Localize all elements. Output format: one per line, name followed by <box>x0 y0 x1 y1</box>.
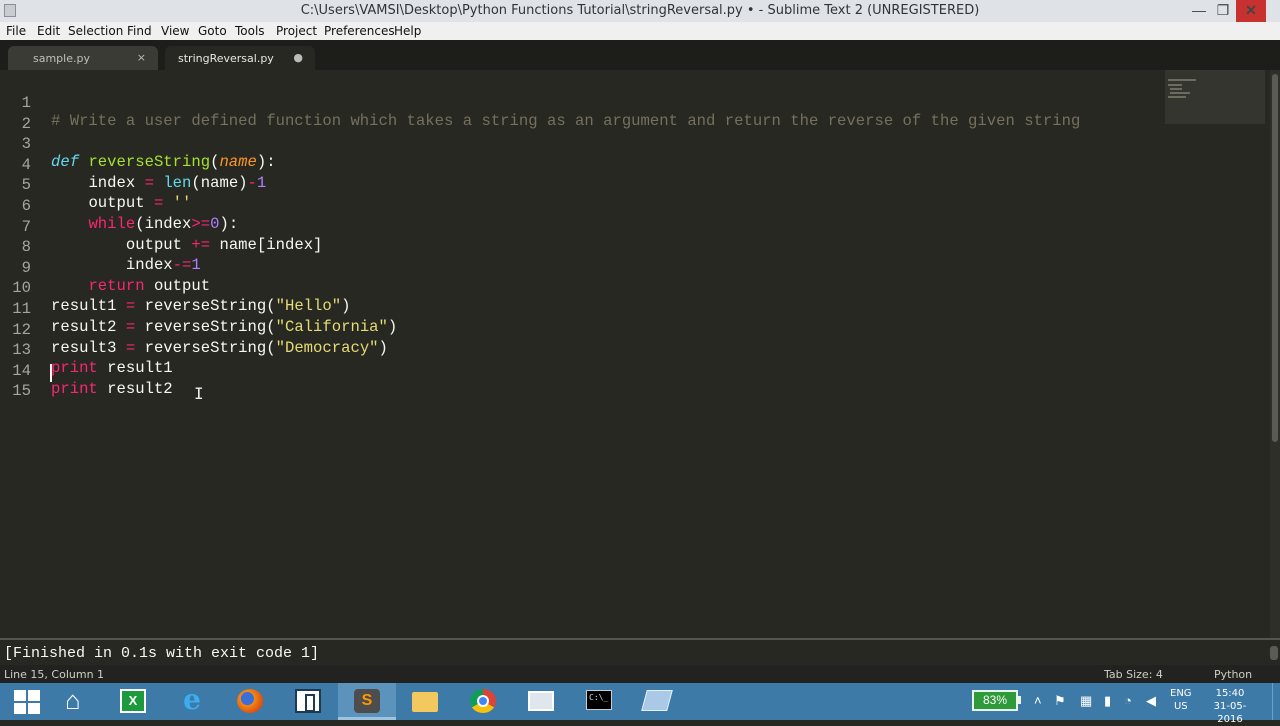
taskbar-excel[interactable]: X <box>104 683 162 720</box>
tab-size-selector[interactable]: Tab Size: 4 <box>1104 668 1163 681</box>
code-line: 8 index-=1 <box>0 220 1160 274</box>
command-prompt-icon: C:\_ <box>586 690 612 710</box>
menu-view[interactable]: View <box>161 24 189 38</box>
line-number: 15 <box>12 382 31 400</box>
chrome-icon <box>470 689 496 713</box>
menu-bar: File Edit Selection Find View Goto Tools… <box>0 22 1280 40</box>
taskbar-explorer[interactable] <box>512 683 570 720</box>
minimap-line <box>1170 92 1190 94</box>
menu-find[interactable]: Find <box>127 24 152 38</box>
flag-icon[interactable]: ⚑ <box>1054 693 1066 709</box>
code-line: 1 # Write a user defined function which … <box>0 76 1160 130</box>
close-button[interactable]: ✕ <box>1236 0 1266 22</box>
code-line: 10 result1 = reverseString("Hello") <box>0 261 1160 315</box>
windows-logo-icon <box>14 690 40 714</box>
taskbar: ⌂ X e S C:\_ 83% ˄ ⚑ ▦ ▮ ◔ ◀ ENG US 15:4… <box>0 683 1280 725</box>
code-line: 5 output = '' <box>0 158 1160 212</box>
system-clock[interactable]: 15:40 31-05-2016 <box>1202 687 1258 726</box>
tab-label: sample.py <box>33 52 90 65</box>
taskbar-firefox[interactable] <box>221 683 279 720</box>
power-icon[interactable]: ▮ <box>1104 693 1111 709</box>
clock-time: 15:40 <box>1215 688 1245 699</box>
output-panel: [Finished in 0.1s with exit code 1] <box>0 638 1280 665</box>
language-code: ENG <box>1170 688 1192 699</box>
notes-icon <box>641 690 673 711</box>
text-cursor <box>50 364 52 382</box>
explorer-window-icon <box>528 691 554 711</box>
clock-date: 31-05-2016 <box>1213 701 1247 725</box>
menu-selection[interactable]: Selection <box>68 24 123 38</box>
code-line: 13 print result1 <box>0 323 1160 377</box>
minimap-line <box>1168 84 1182 86</box>
box-app-icon <box>295 689 321 713</box>
tab-label: stringReversal.py <box>178 52 274 65</box>
code-line: 11 result2 = reverseString("California") <box>0 282 1160 336</box>
build-output: [Finished in 0.1s with exit code 1] <box>4 645 320 662</box>
status-bar: Line 15, Column 1 Tab Size: 4 Python <box>0 665 1280 683</box>
menu-help[interactable]: Help <box>394 24 421 38</box>
taskbar-notes[interactable] <box>628 683 686 720</box>
taskbar-sublime-text[interactable]: S <box>338 683 396 720</box>
tab-stringreversal-py[interactable]: stringReversal.py ● <box>165 46 315 70</box>
taskbar-command-prompt[interactable]: C:\_ <box>570 683 628 720</box>
code-line: 6 while(index>=0): <box>0 179 1160 233</box>
code-line: 4 index = len(name)-1 <box>0 138 1160 192</box>
battery-indicator[interactable]: 83% <box>972 690 1018 711</box>
tab-close-icon[interactable]: × <box>137 51 146 64</box>
code-line: 12 result3 = reverseString("Democracy") <box>0 303 1160 357</box>
menu-project[interactable]: Project <box>276 24 317 38</box>
tab-sample-py[interactable]: sample.py × <box>8 46 158 70</box>
show-hidden-icons-icon[interactable]: ˄ <box>1034 693 1042 708</box>
window-title: C:\Users\VAMSI\Desktop\Python Functions … <box>300 3 980 18</box>
code-line: 14 print result2 <box>0 344 1160 398</box>
code-line: 3 def reverseString(name): <box>0 117 1160 171</box>
wifi-icon[interactable]: ◔ <box>1124 693 1132 708</box>
home-icon: ⌂ <box>65 685 81 715</box>
ibeam-cursor-icon: I <box>194 384 204 403</box>
minimap-line <box>1168 79 1196 81</box>
scrollbar-thumb[interactable] <box>1272 74 1278 442</box>
battery-icon <box>1018 696 1021 704</box>
show-desktop-button[interactable] <box>1272 683 1280 720</box>
title-bar: C:\Users\VAMSI\Desktop\Python Functions … <box>0 0 1280 22</box>
code-line: 9 return output <box>0 241 1160 295</box>
tab-bar: sample.py × stringReversal.py ● <box>0 40 1280 70</box>
taskbar-file-folder[interactable] <box>396 683 454 720</box>
taskbar-chrome[interactable] <box>454 683 512 720</box>
keyboard-region: US <box>1173 701 1188 712</box>
network-icon[interactable]: ▦ <box>1080 693 1092 709</box>
menu-file[interactable]: File <box>6 24 26 38</box>
sublime-text-icon: S <box>354 689 380 713</box>
taskbar-home[interactable]: ⌂ <box>47 683 105 720</box>
taskbar-internet-explorer[interactable]: e <box>163 683 221 720</box>
output-scrollbar-thumb[interactable] <box>1270 646 1278 660</box>
minimap-line <box>1170 88 1182 90</box>
vertical-scrollbar[interactable] <box>1270 70 1280 638</box>
unsaved-dot-icon[interactable]: ● <box>293 51 303 64</box>
excel-icon: X <box>120 689 146 713</box>
code-line: 2 <box>0 97 1160 133</box>
code-line: 7 output += name[index] <box>0 200 1160 254</box>
menu-tools[interactable]: Tools <box>235 24 265 38</box>
taskbar-box-app[interactable] <box>279 683 337 720</box>
code-line: 15 <box>0 364 1160 400</box>
syntax-selector[interactable]: Python <box>1214 668 1252 681</box>
maximize-button[interactable]: ❐ <box>1208 0 1238 22</box>
menu-edit[interactable]: Edit <box>37 24 60 38</box>
folder-icon <box>412 692 438 712</box>
volume-icon[interactable]: ◀ <box>1146 693 1156 709</box>
menu-preferences[interactable]: Preferences <box>324 24 395 38</box>
minimap[interactable] <box>1165 70 1265 124</box>
menu-goto[interactable]: Goto <box>198 24 227 38</box>
minimap-line <box>1168 96 1186 98</box>
internet-explorer-icon: e <box>183 683 201 716</box>
language-indicator[interactable]: ENG US <box>1170 687 1192 713</box>
firefox-icon <box>237 689 263 713</box>
code-editor[interactable]: 1 # Write a user defined function which … <box>0 70 1270 638</box>
cursor-position: Line 15, Column 1 <box>4 668 105 681</box>
